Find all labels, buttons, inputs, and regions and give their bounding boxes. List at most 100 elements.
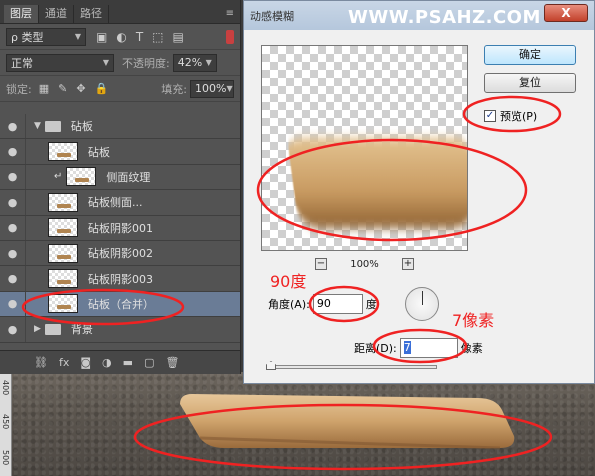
angle-input[interactable]: 90 bbox=[312, 294, 363, 314]
visibility-eye-icon[interactable]: ● bbox=[0, 240, 26, 266]
adjustment-filter-icon[interactable]: ◐ bbox=[116, 30, 126, 44]
reset-button[interactable]: 复位 bbox=[484, 73, 576, 93]
folder-icon bbox=[44, 323, 61, 335]
zoom-out-button[interactable]: − bbox=[315, 258, 327, 270]
smart-object-filter-icon[interactable]: ▤ bbox=[173, 30, 184, 44]
layer-name: 砧板 bbox=[70, 120, 93, 134]
tab-paths[interactable]: 路径 bbox=[74, 5, 109, 23]
visibility-eye-icon[interactable]: ● bbox=[0, 317, 26, 342]
angle-row: 角度(A): 90 度 bbox=[268, 294, 377, 314]
link-icon[interactable]: ⛓ bbox=[34, 356, 48, 369]
opacity-input[interactable]: 42% ▼ bbox=[172, 53, 217, 72]
trash-icon[interactable]: 🗑 bbox=[165, 356, 179, 369]
fx-icon[interactable]: fx bbox=[59, 356, 69, 369]
layer-name: 侧面纹理 bbox=[106, 170, 151, 184]
watermark-text: WWW.PSAHZ.COM bbox=[348, 7, 541, 28]
layer-row[interactable]: ● ▼ 砧板 bbox=[0, 114, 240, 140]
blend-row: 正常 ▼ 不透明度: 42% ▼ bbox=[0, 50, 240, 76]
lock-all-icon[interactable]: 🔒 bbox=[95, 82, 109, 95]
layer-thumbnail bbox=[48, 243, 78, 263]
layer-name: 砧板阴影001 bbox=[88, 221, 153, 235]
folder-icon[interactable]: ▬ bbox=[123, 356, 133, 369]
layer-row[interactable]: ● 砧板阴影003 bbox=[0, 266, 240, 292]
visibility-eye-icon[interactable]: ● bbox=[0, 215, 26, 240]
distance-label: 距离(D): bbox=[354, 342, 397, 355]
visibility-eye-icon[interactable]: ● bbox=[0, 291, 26, 317]
layer-list: ● ▼ 砧板 ● 砧板 ● ↵ 侧面纹理 ● 砧板侧面... ● 砧板阴影001… bbox=[0, 114, 240, 343]
layer-row[interactable]: ● 砧板 bbox=[0, 139, 240, 165]
mask-icon[interactable]: ◙ bbox=[80, 356, 91, 369]
cutting-board-image bbox=[180, 394, 515, 450]
slider-knob[interactable] bbox=[266, 361, 276, 370]
chevron-down-icon: ▼ bbox=[102, 58, 109, 67]
visibility-eye-icon[interactable]: ● bbox=[0, 164, 26, 190]
layer-row[interactable]: ● 砧板阴影002 bbox=[0, 240, 240, 267]
new-layer-icon[interactable]: ▢ bbox=[144, 356, 154, 369]
zoom-in-button[interactable]: + bbox=[402, 258, 414, 270]
lock-label: 锁定: bbox=[6, 82, 32, 96]
visibility-eye-icon[interactable]: ● bbox=[0, 114, 26, 139]
opacity-label: 不透明度: bbox=[122, 56, 170, 70]
blur-preview[interactable] bbox=[261, 45, 468, 251]
motion-blur-dialog: 动感模糊 WWW.PSAHZ.COM X − 100% + 确定 复位 ✓ 预览… bbox=[243, 0, 595, 384]
clipping-arrow-icon: ↵ bbox=[54, 171, 63, 183]
layer-row[interactable]: ● 砧板阴影001 bbox=[0, 215, 240, 241]
visibility-eye-icon[interactable]: ● bbox=[0, 139, 26, 164]
chevron-down-icon: ▼ bbox=[205, 58, 212, 67]
shape-filter-icon[interactable]: ⬚ bbox=[152, 30, 163, 44]
distance-annotation: 7像素 bbox=[452, 311, 495, 330]
layer-name: 砧板阴影002 bbox=[88, 247, 153, 261]
ok-button[interactable]: 确定 bbox=[484, 45, 576, 65]
distance-value: 7 bbox=[403, 341, 411, 354]
distance-slider[interactable] bbox=[267, 365, 437, 369]
layer-thumbnail bbox=[48, 269, 78, 289]
lock-paint-icon[interactable]: ✎ bbox=[58, 82, 67, 95]
layer-thumbnail bbox=[66, 167, 97, 187]
layer-name: 背景 bbox=[70, 323, 93, 337]
preview-label: 预览(P) bbox=[500, 110, 538, 123]
lock-position-icon[interactable]: ✥ bbox=[76, 82, 85, 95]
chevron-down-icon[interactable]: ▼ bbox=[34, 121, 41, 131]
type-filter-icon[interactable]: T bbox=[136, 30, 143, 44]
distance-unit: 像素 bbox=[460, 342, 483, 355]
adjustment-icon[interactable]: ◑ bbox=[102, 356, 112, 369]
checkmark-icon[interactable]: ✓ bbox=[484, 110, 496, 122]
visibility-eye-icon[interactable]: ● bbox=[0, 190, 26, 215]
dialog-titlebar[interactable]: 动感模糊 WWW.PSAHZ.COM X bbox=[244, 1, 594, 30]
layer-row[interactable]: ● ↵ 侧面纹理 bbox=[0, 164, 240, 191]
tab-layers[interactable]: 图层 bbox=[4, 5, 39, 23]
angle-annotation: 90度 bbox=[270, 272, 307, 291]
tab-channels[interactable]: 通道 bbox=[39, 5, 74, 23]
fill-input[interactable]: 100% ▼ bbox=[190, 79, 234, 98]
layer-thumbnail bbox=[48, 142, 78, 162]
chevron-right-icon[interactable]: ▶ bbox=[34, 324, 41, 334]
filter-toggle[interactable] bbox=[226, 29, 234, 44]
filter-kind-label: ρ 类型 bbox=[11, 30, 44, 44]
visibility-eye-icon[interactable]: ● bbox=[0, 266, 26, 291]
layers-bottom-bar: ⛓ fx ◙ ◑ ▬ ▢ 🗑 bbox=[0, 350, 240, 374]
filter-kind-select[interactable]: ρ 类型 ▼ bbox=[6, 27, 86, 46]
panel-menu-icon[interactable]: ≡ bbox=[226, 8, 234, 19]
close-button[interactable]: X bbox=[544, 4, 588, 22]
vertical-ruler: 400 450 500 bbox=[0, 372, 12, 476]
layer-name: 砧板（合并） bbox=[88, 297, 154, 311]
layer-row-selected[interactable]: ● 砧板（合并） bbox=[0, 291, 240, 318]
layer-row[interactable]: ● 砧板侧面... bbox=[0, 190, 240, 216]
blurred-board-preview bbox=[288, 138, 467, 228]
distance-row: 距离(D): 7 像素 bbox=[354, 338, 483, 358]
lock-transparent-icon[interactable]: ▦ bbox=[39, 82, 49, 95]
fill-label: 填充: bbox=[161, 82, 187, 96]
ruler-mark: 450 bbox=[1, 414, 10, 430]
distance-input[interactable]: 7 bbox=[399, 338, 458, 358]
pixel-filter-icon[interactable]: ▣ bbox=[96, 30, 107, 44]
blend-mode-label: 正常 bbox=[11, 56, 33, 70]
blend-mode-select[interactable]: 正常 ▼ bbox=[6, 53, 114, 72]
lock-row: 锁定: ▦ ✎ ✥ 🔒 填充: 100% ▼ bbox=[0, 76, 240, 102]
zoom-value: 100% bbox=[350, 258, 379, 270]
angle-label: 角度(A): bbox=[268, 298, 310, 311]
fill-value: 100% bbox=[195, 82, 227, 95]
layer-row[interactable]: ● ▶ 背景 bbox=[0, 317, 240, 343]
folder-icon bbox=[44, 120, 61, 132]
angle-dial[interactable] bbox=[405, 287, 439, 321]
preview-checkbox[interactable]: ✓ 预览(P) bbox=[484, 108, 537, 124]
